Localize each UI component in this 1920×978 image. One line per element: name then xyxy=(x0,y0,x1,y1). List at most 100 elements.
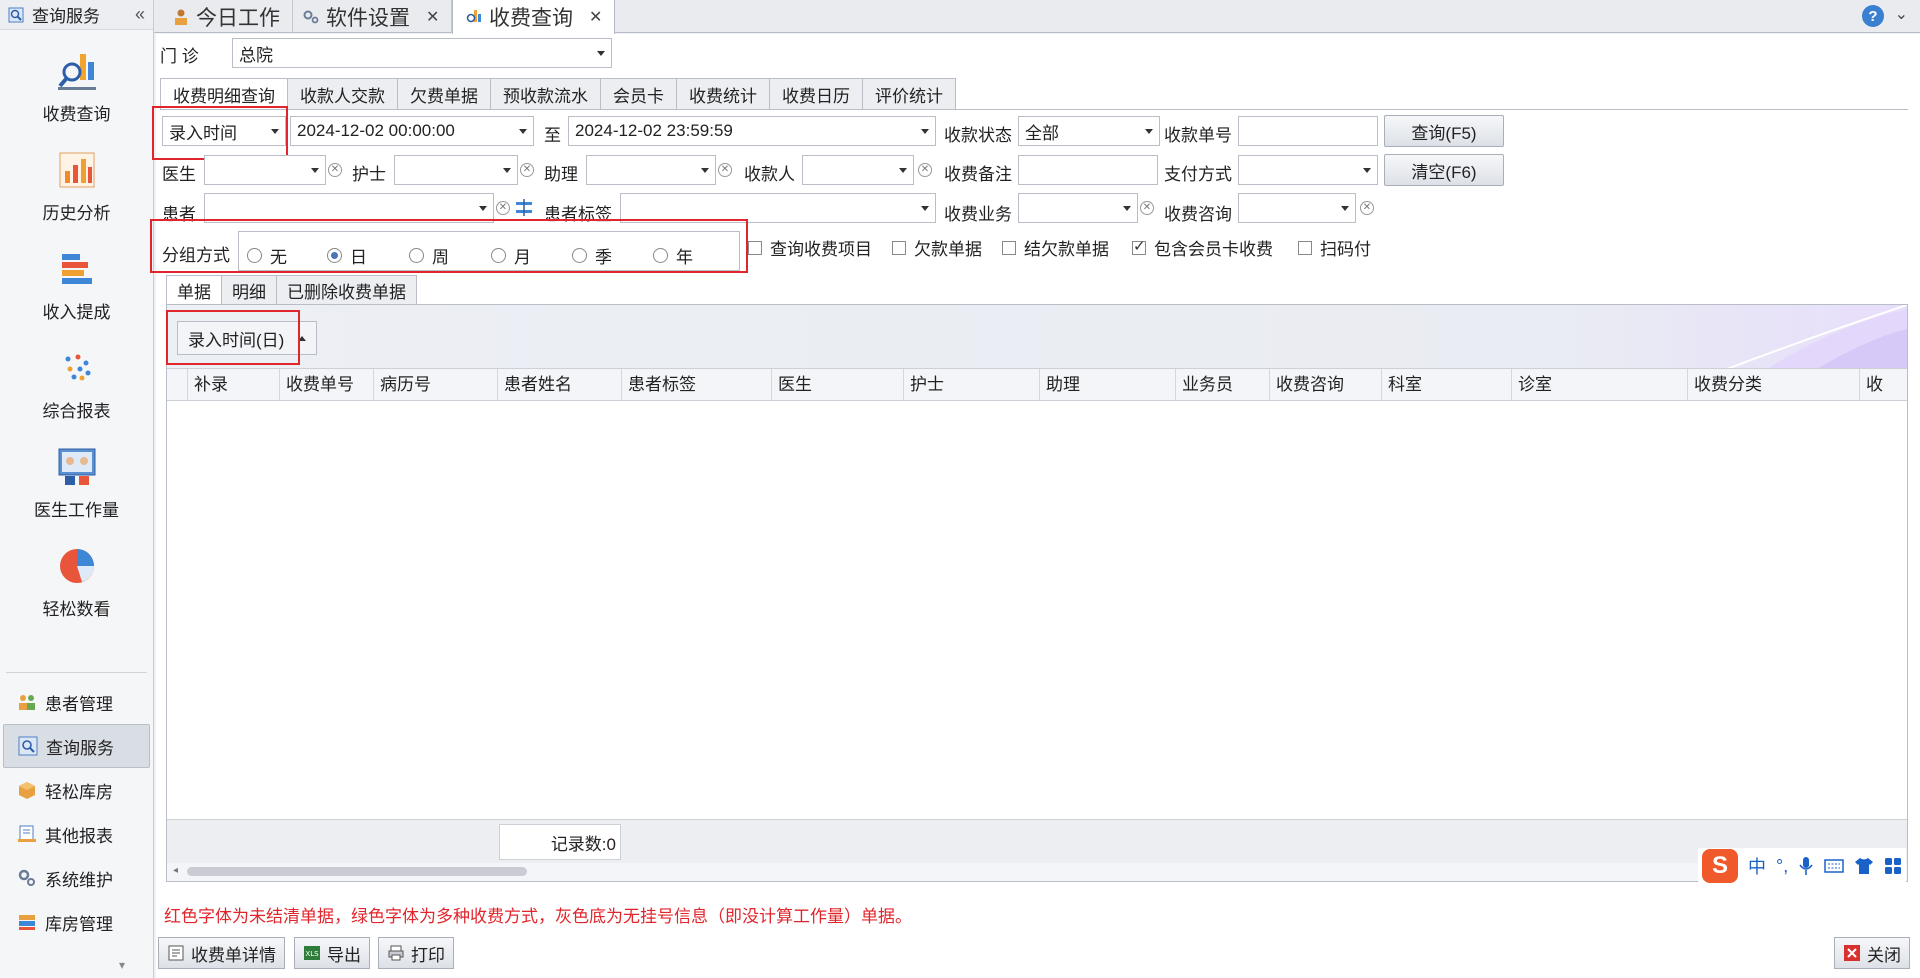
sogou-logo[interactable]: S xyxy=(1702,849,1738,883)
column-header[interactable]: 收费单号 xyxy=(279,369,373,401)
nurse-select[interactable] xyxy=(394,155,518,185)
column-header[interactable]: 收费咨询 xyxy=(1269,369,1381,401)
column-header[interactable]: 诊室 xyxy=(1511,369,1687,401)
clear-icon[interactable]: ✕ xyxy=(918,163,932,177)
sidebar-item-other-reports[interactable]: 其他报表 xyxy=(3,812,150,856)
sidebar-item-easy-warehouse[interactable]: 轻松库房 xyxy=(3,768,150,812)
time-type-select[interactable]: 录入时间 xyxy=(162,116,286,146)
microphone-icon[interactable] xyxy=(1798,856,1814,876)
sidebar-item-history-analysis[interactable]: 历史分析 xyxy=(0,143,153,242)
sidebar-item-query-service[interactable]: 查询服务 xyxy=(3,724,150,768)
clear-icon[interactable]: ✕ xyxy=(1360,201,1374,215)
grouping-radio-month[interactable]: 月 xyxy=(491,243,531,268)
tab-software-settings[interactable]: 软件设置 ✕ xyxy=(290,0,453,33)
checkbox-arrears[interactable]: 欠款单据 xyxy=(892,235,982,260)
checkbox-settled-arrears[interactable]: 结欠款单据 xyxy=(1002,235,1109,260)
patient-tag-select[interactable] xyxy=(620,193,936,223)
status-select[interactable]: 全部 xyxy=(1018,116,1160,146)
sidebar-item-comprehensive-report[interactable]: 综合报表 xyxy=(0,341,153,440)
grouping-radio-week[interactable]: 周 xyxy=(409,243,449,268)
grouping-radio-quarter[interactable]: 季 xyxy=(572,243,612,268)
tab-deleted-receipts[interactable]: 已删除收费单据 xyxy=(277,275,417,305)
sidebar-item-doctor-workload[interactable]: 医生工作量 xyxy=(0,440,153,539)
sidebar-item-income-commission[interactable]: 收入提成 xyxy=(0,242,153,341)
split-icon[interactable] xyxy=(514,198,534,218)
clear-icon[interactable]: ✕ xyxy=(718,163,732,177)
grouping-radio-day[interactable]: 日 xyxy=(327,243,367,268)
tab-arrears-receipts[interactable]: 欠费单据 xyxy=(398,78,491,110)
query-button[interactable]: 查询(F5) xyxy=(1384,115,1504,147)
punctuation-icon[interactable]: °, xyxy=(1776,856,1788,877)
tab-charge-calendar[interactable]: 收费日历 xyxy=(770,78,863,110)
receipt-no-input[interactable] xyxy=(1238,116,1378,146)
scroll-left-icon[interactable]: ◂ xyxy=(173,865,178,876)
remark-input[interactable] xyxy=(1018,155,1158,185)
clear-icon[interactable]: ✕ xyxy=(496,201,510,215)
clear-icon[interactable]: ✕ xyxy=(1140,201,1154,215)
chevron-down-icon xyxy=(899,167,907,173)
sidebar-item-system-maintenance[interactable]: 系统维护 xyxy=(3,856,150,900)
close-icon[interactable]: ✕ xyxy=(426,7,439,27)
column-header[interactable]: 补录 xyxy=(187,369,279,401)
clear-button[interactable]: 清空(F6) xyxy=(1384,154,1504,186)
close-icon[interactable]: ✕ xyxy=(589,7,602,27)
column-header[interactable]: 收费分类 xyxy=(1687,369,1859,401)
stacked-bars-icon xyxy=(61,254,92,284)
grid-menu-icon[interactable] xyxy=(1884,857,1902,875)
chevron-down-icon[interactable]: ▾ xyxy=(119,958,125,972)
pay-method-select[interactable] xyxy=(1238,155,1378,185)
sidebar-item-patient-management[interactable]: 患者管理 xyxy=(3,680,150,724)
grouping-radio-year[interactable]: 年 xyxy=(653,243,693,268)
sidebar-item-charge-query[interactable]: 收费查询 xyxy=(0,44,153,143)
tab-prepayment-flow[interactable]: 预收款流水 xyxy=(491,78,601,110)
checkbox-member-card[interactable]: 包含会员卡收费 xyxy=(1132,235,1273,260)
sidebar-item-easy-view[interactable]: 轻松数看 xyxy=(0,539,153,638)
collapse-icon[interactable]: « xyxy=(135,4,145,25)
column-header[interactable]: 病历号 xyxy=(373,369,497,401)
export-button[interactable]: XLS 导出 xyxy=(294,937,370,969)
end-time-field[interactable]: 2024-12-02 23:59:59 xyxy=(568,116,936,146)
column-header[interactable]: 护士 xyxy=(903,369,1039,401)
close-button[interactable]: 关闭 xyxy=(1834,937,1910,969)
tab-today-work[interactable]: 今日工作 xyxy=(160,0,293,33)
tab-receipts[interactable]: 单据 xyxy=(166,275,222,305)
group-by-chip[interactable]: 录入时间(日) xyxy=(177,321,318,355)
assistant-select[interactable] xyxy=(586,155,716,185)
column-header[interactable]: 患者标签 xyxy=(621,369,771,401)
clinic-select[interactable]: 总院 xyxy=(232,38,612,68)
horizontal-scrollbar[interactable]: ◂ xyxy=(167,863,1907,881)
grouping-radio-none[interactable]: 无 xyxy=(247,243,287,268)
receipt-detail-button[interactable]: 收费单详情 xyxy=(158,937,285,969)
column-header[interactable]: 业务员 xyxy=(1175,369,1269,401)
sidebar-item-warehouse-management[interactable]: 库房管理 xyxy=(3,900,150,944)
tab-details[interactable]: 明细 xyxy=(222,275,277,305)
cashier-select[interactable] xyxy=(802,155,914,185)
tab-evaluation-stats[interactable]: 评价统计 xyxy=(863,78,956,110)
clear-icon[interactable]: ✕ xyxy=(328,163,342,177)
doctor-select[interactable] xyxy=(204,155,326,185)
consult-select[interactable] xyxy=(1238,193,1356,223)
skin-shirt-icon[interactable] xyxy=(1854,857,1874,875)
column-header[interactable]: 科室 xyxy=(1381,369,1511,401)
column-header[interactable]: 患者姓名 xyxy=(497,369,621,401)
tab-member-card[interactable]: 会员卡 xyxy=(601,78,677,110)
checkbox-scan-pay[interactable]: 扫码付 xyxy=(1298,235,1371,260)
scrollbar-thumb[interactable] xyxy=(187,867,527,876)
pin-icon[interactable]: ⌄ xyxy=(1895,4,1908,24)
ime-mode-chinese[interactable]: 中 xyxy=(1748,853,1766,879)
tab-cashier-handover[interactable]: 收款人交款 xyxy=(288,78,398,110)
checkbox-query-items[interactable]: 查询收费项目 xyxy=(748,235,872,260)
tab-charge-query[interactable]: 收费查询 ✕ xyxy=(452,0,616,34)
business-select[interactable] xyxy=(1018,193,1138,223)
tab-charge-detail[interactable]: 收费明细查询 xyxy=(160,78,288,110)
tab-charge-stats[interactable]: 收费统计 xyxy=(677,78,770,110)
patient-select[interactable] xyxy=(204,193,494,223)
column-header[interactable]: 助理 xyxy=(1039,369,1175,401)
start-time-field[interactable]: 2024-12-02 00:00:00 xyxy=(290,116,534,146)
help-icon[interactable]: ? xyxy=(1862,5,1884,27)
column-header[interactable]: 收 xyxy=(1859,369,1899,401)
print-button[interactable]: 打印 xyxy=(378,937,454,969)
keyboard-icon[interactable] xyxy=(1824,858,1844,874)
clear-icon[interactable]: ✕ xyxy=(520,163,534,177)
column-header[interactable]: 医生 xyxy=(771,369,903,401)
